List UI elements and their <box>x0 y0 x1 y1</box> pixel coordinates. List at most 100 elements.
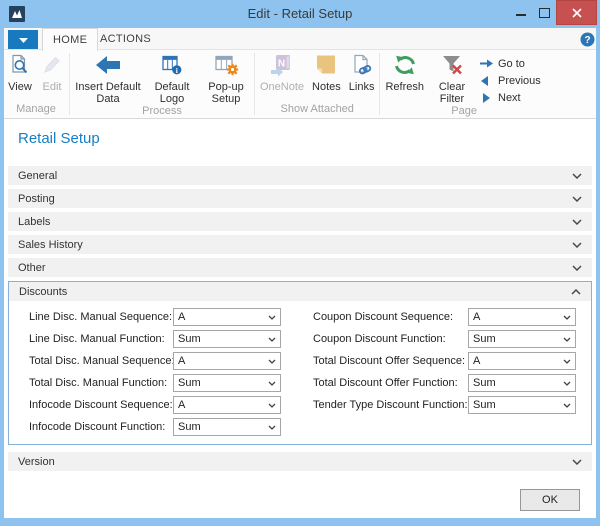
ribbon-tab-row: HOME ACTIONS ? <box>4 28 596 50</box>
tab-actions[interactable]: ACTIONS <box>90 28 161 50</box>
field-label: Coupon Discount Function: <box>313 330 446 348</box>
section-label: General <box>18 170 57 182</box>
field-label: Infocode Discount Sequence: <box>29 396 173 414</box>
select-value: A <box>178 311 185 323</box>
insert-default-data-button[interactable]: Insert Default Data <box>71 52 145 105</box>
previous-button[interactable]: Previous <box>480 74 541 87</box>
chevron-down-icon <box>563 315 571 320</box>
section-posting[interactable]: Posting <box>8 189 592 208</box>
ok-button[interactable]: OK <box>520 489 580 511</box>
table-info-icon: i <box>160 52 184 78</box>
tender-type-discount-function-select[interactable]: Sum <box>468 396 576 414</box>
total-discount-offer-function-select[interactable]: Sum <box>468 374 576 392</box>
ribbon-group-manage: View Edit Manage <box>4 50 68 118</box>
ribbon-group-show-attached: N OneNote Notes <box>256 50 378 118</box>
next-button[interactable]: Next <box>480 91 541 104</box>
page-nav-buttons: Go to Previous Next <box>480 57 541 104</box>
total-disc-manual-sequence-select[interactable]: A <box>173 352 281 370</box>
close-button[interactable] <box>556 0 597 25</box>
ribbon-group-process: Insert Default Data i <box>71 50 253 118</box>
goto-button[interactable]: Go to <box>480 57 541 70</box>
section-labels[interactable]: Labels <box>8 212 592 231</box>
select-value: Sum <box>473 377 496 389</box>
view-label: View <box>8 81 32 93</box>
window-title: Edit - Retail Setup <box>100 6 500 21</box>
select-value: A <box>473 311 480 323</box>
minimize-icon <box>516 8 526 17</box>
popup-setup-label: Pop-up Setup <box>203 81 249 105</box>
insert-default-data-label: Insert Default Data <box>75 81 141 105</box>
table-gear-icon <box>213 52 239 78</box>
infocode-discount-sequence-select[interactable]: A <box>173 396 281 414</box>
clear-filter-icon <box>440 52 464 78</box>
view-button[interactable]: View <box>4 52 36 93</box>
notes-button[interactable]: Notes <box>308 52 345 93</box>
group-label-manage: Manage <box>16 103 56 115</box>
field-label: Total Discount Offer Function: <box>313 374 458 392</box>
chevron-down-icon <box>563 403 571 408</box>
ribbon-group-page: Refresh Clear Filter <box>381 50 546 118</box>
onenote-button[interactable]: N OneNote <box>256 52 308 93</box>
infocode-discount-function-select[interactable]: Sum <box>173 418 281 436</box>
close-icon <box>572 8 582 18</box>
clear-filter-button[interactable]: Clear Filter <box>428 52 476 105</box>
default-logo-label: Default Logo <box>149 81 195 105</box>
application-menu-button[interactable] <box>8 30 38 49</box>
field-label: Infocode Discount Function: <box>29 418 165 436</box>
field-label: Line Disc. Manual Sequence: <box>29 308 172 326</box>
section-version[interactable]: Version <box>8 452 592 471</box>
select-value: Sum <box>473 333 496 345</box>
total-discount-offer-sequence-select[interactable]: A <box>468 352 576 370</box>
section-label: Version <box>18 456 55 468</box>
chevron-down-icon <box>268 359 276 364</box>
select-value: Sum <box>178 333 201 345</box>
refresh-icon <box>393 52 417 78</box>
popup-setup-button[interactable]: Pop-up Setup <box>199 52 253 105</box>
section-label: Labels <box>18 216 50 228</box>
total-disc-manual-function-select[interactable]: Sum <box>173 374 281 392</box>
edit-button[interactable]: Edit <box>36 52 68 93</box>
select-value: A <box>178 399 185 411</box>
edit-label: Edit <box>43 81 62 93</box>
coupon-discount-sequence-select[interactable]: A <box>468 308 576 326</box>
field-label: Line Disc. Manual Function: <box>29 330 165 348</box>
line-disc-manual-sequence-select[interactable]: A <box>173 308 281 326</box>
next-label: Next <box>498 92 521 104</box>
line-disc-manual-function-select[interactable]: Sum <box>173 330 281 348</box>
chevron-down-icon <box>268 381 276 386</box>
section-other[interactable]: Other <box>8 258 592 277</box>
view-icon <box>8 52 32 78</box>
next-arrow-icon <box>480 93 493 103</box>
edit-pencil-icon <box>40 52 64 78</box>
links-button[interactable]: Links <box>345 52 379 93</box>
goto-label: Go to <box>498 58 525 70</box>
chevron-up-icon <box>571 289 581 295</box>
minimize-button[interactable] <box>510 0 532 25</box>
chevron-down-icon <box>268 337 276 342</box>
section-discounts[interactable]: Discounts <box>9 282 591 301</box>
field-label: Total Disc. Manual Function: <box>29 374 167 392</box>
chevron-down-icon <box>563 337 571 342</box>
section-sales-history[interactable]: Sales History <box>8 235 592 254</box>
tab-home[interactable]: HOME <box>42 28 98 51</box>
group-label-process: Process <box>142 105 182 117</box>
default-logo-button[interactable]: i Default Logo <box>145 52 199 105</box>
title-bar: Edit - Retail Setup <box>0 0 600 28</box>
links-label: Links <box>349 81 375 93</box>
sticky-note-icon <box>314 52 338 78</box>
chevron-down-icon <box>563 381 571 386</box>
chevron-down-icon <box>563 359 571 364</box>
previous-arrow-icon <box>480 76 493 86</box>
group-label-page: Page <box>451 105 477 117</box>
maximize-button[interactable] <box>533 0 555 25</box>
section-label: Posting <box>18 193 55 205</box>
section-general[interactable]: General <box>8 166 592 185</box>
help-button[interactable]: ? <box>580 32 595 47</box>
refresh-button[interactable]: Refresh <box>381 52 428 93</box>
onenote-icon: N <box>269 52 295 78</box>
group-separator <box>254 53 255 115</box>
coupon-discount-function-select[interactable]: Sum <box>468 330 576 348</box>
link-chain-icon <box>350 52 374 78</box>
chevron-down-icon <box>572 173 582 179</box>
refresh-label: Refresh <box>385 81 424 93</box>
